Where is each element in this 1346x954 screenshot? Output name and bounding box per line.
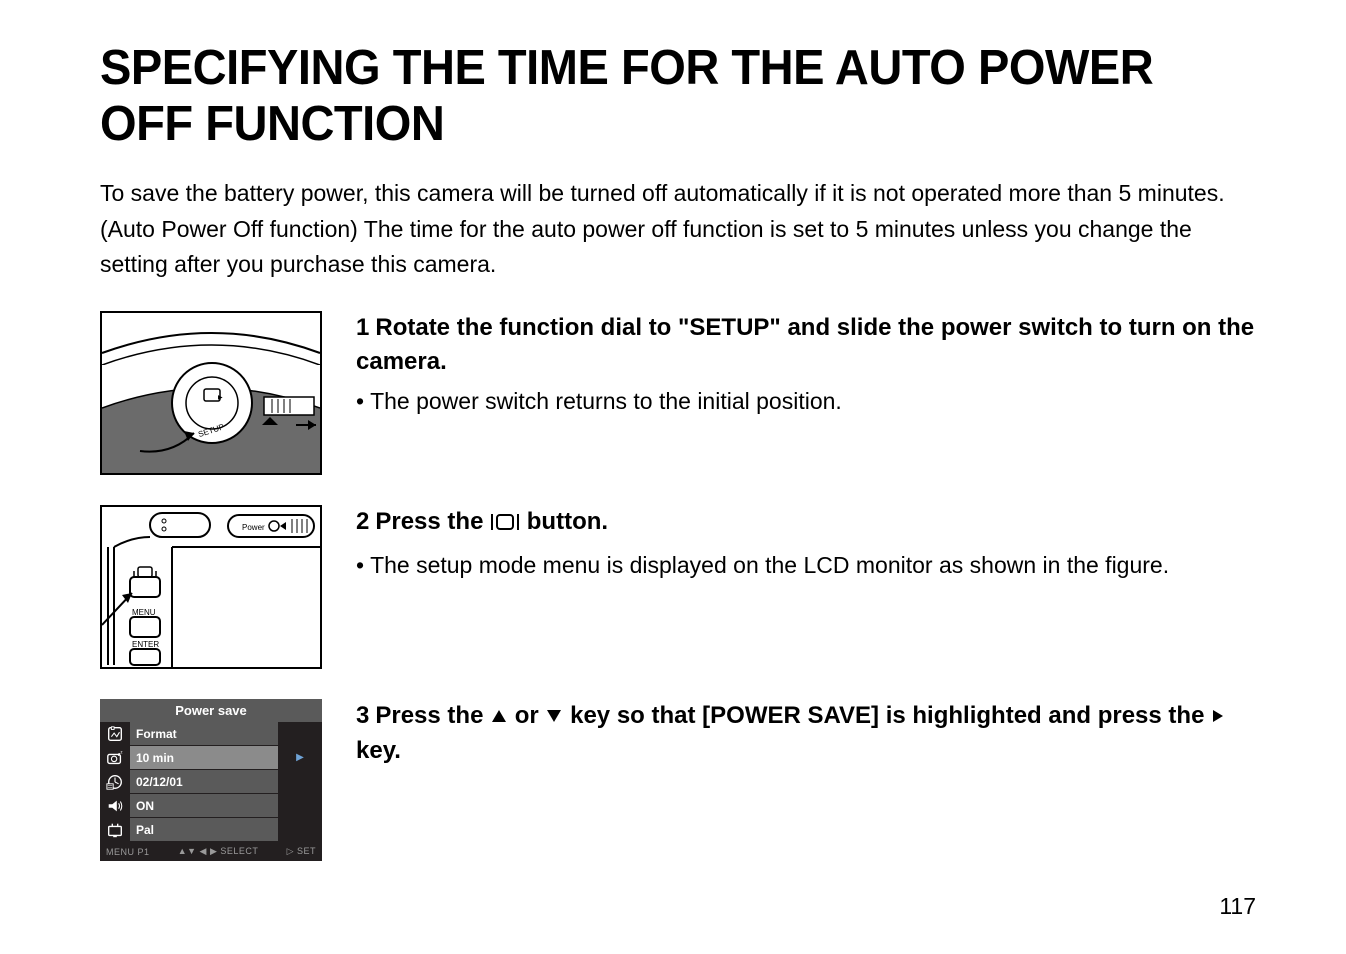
date-icon bbox=[106, 773, 124, 791]
menu-row-sound: ON bbox=[100, 794, 322, 818]
step-3-number: 3 bbox=[356, 702, 369, 729]
step-3-heading-mid2: key so that [POWER SAVE] is highlighted … bbox=[563, 702, 1211, 729]
menu-footer-right: ▷ SET bbox=[287, 846, 316, 857]
illustration-camera-back: Power bbox=[100, 505, 322, 669]
menu-row-powersave-label: 10 min bbox=[130, 746, 278, 770]
menu-row-date-value bbox=[278, 770, 322, 794]
menu-row-date-label: 02/12/01 bbox=[130, 770, 278, 794]
step-3-heading-pre: Press the bbox=[375, 702, 490, 729]
back-enter-label: ENTER bbox=[132, 640, 159, 649]
menu-footer-left: MENU P1 bbox=[106, 847, 150, 857]
display-icon bbox=[490, 508, 520, 542]
step-2-bullet: •The setup mode menu is displayed on the… bbox=[356, 548, 1256, 584]
menu-row-format: Format bbox=[100, 722, 322, 746]
step-1-bullet-text: The power switch returns to the initial … bbox=[370, 388, 842, 414]
menu-row-sound-label: ON bbox=[130, 794, 278, 818]
menu-row-sound-value bbox=[278, 794, 322, 818]
powersave-icon: zz bbox=[106, 749, 124, 767]
illustration-camera-dial: ▶ SETUP bbox=[100, 311, 322, 475]
menu-row-powersave-value: ▶ bbox=[278, 746, 322, 770]
sound-icon bbox=[106, 797, 124, 815]
menu-row-video-value bbox=[278, 818, 322, 842]
back-menu-label: MENU bbox=[132, 608, 156, 617]
intro-paragraph: To save the battery power, this camera w… bbox=[100, 176, 1256, 283]
step-1-heading-text: Rotate the function dial to "SETUP" and … bbox=[356, 314, 1254, 375]
menu-row-format-label: Format bbox=[130, 722, 278, 746]
menu-row-video: Pal bbox=[100, 818, 322, 842]
step-1-bullet: •The power switch returns to the initial… bbox=[356, 384, 1256, 420]
format-icon bbox=[106, 725, 124, 743]
page-title: SPECIFYING THE TIME FOR THE AUTO POWER O… bbox=[100, 40, 1210, 152]
menu-row-date: 02/12/01 bbox=[100, 770, 322, 794]
step-3-heading-mid: or bbox=[508, 702, 545, 729]
menu-footer-mid: ▲▼ ◀ ▶ SELECT bbox=[178, 846, 259, 857]
svg-text:z: z bbox=[120, 749, 123, 754]
step-2-heading-post: button. bbox=[520, 508, 608, 535]
menu-row-format-value bbox=[278, 722, 322, 746]
step-2-number: 2 bbox=[356, 508, 369, 535]
up-triangle-icon bbox=[490, 700, 508, 734]
step-1-heading: 1Rotate the function dial to "SETUP" and… bbox=[356, 311, 1256, 378]
back-power-label: Power bbox=[242, 523, 265, 532]
down-triangle-icon bbox=[545, 700, 563, 734]
step-3: Power save Format zz 10 min ▶ bbox=[100, 699, 1256, 862]
video-icon bbox=[106, 821, 124, 839]
step-2-heading: 2Press the button. bbox=[356, 505, 1256, 542]
step-3-heading-post: key. bbox=[356, 737, 401, 764]
menu-title: Power save bbox=[100, 699, 322, 722]
step-2-bullet-text: The setup mode menu is displayed on the … bbox=[370, 552, 1169, 578]
menu-row-video-label: Pal bbox=[130, 818, 278, 842]
step-2: Power bbox=[100, 505, 1256, 669]
svg-text:▶: ▶ bbox=[218, 395, 223, 401]
menu-row-powersave: zz 10 min ▶ bbox=[100, 746, 322, 770]
step-3-heading: 3Press the or key so that [POWER SAVE] i… bbox=[356, 699, 1256, 767]
right-triangle-icon bbox=[1211, 700, 1225, 734]
step-1: ▶ SETUP bbox=[100, 311, 1256, 475]
step-1-number: 1 bbox=[356, 314, 369, 341]
step-2-heading-pre: Press the bbox=[375, 508, 490, 535]
page-number: 117 bbox=[1219, 893, 1256, 920]
illustration-menu-screen: Power save Format zz 10 min ▶ bbox=[100, 699, 322, 862]
